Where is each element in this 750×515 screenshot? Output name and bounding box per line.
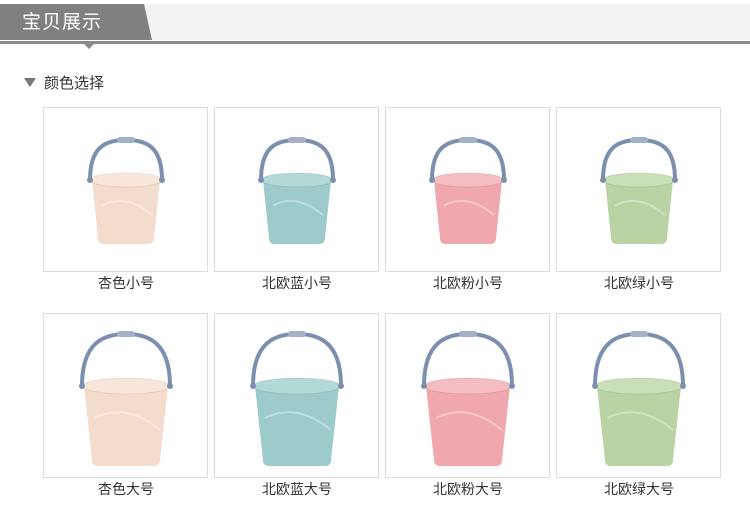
bucket-rim xyxy=(89,172,163,188)
bucket-ear xyxy=(429,177,435,183)
bucket-body xyxy=(92,180,160,244)
bucket-grip xyxy=(288,331,306,337)
product-label: 北欧绿小号 xyxy=(604,276,674,292)
bucket-grip xyxy=(459,331,477,337)
bucket-rim xyxy=(260,172,334,188)
bucket-ear xyxy=(330,177,336,183)
bucket-image xyxy=(429,137,507,244)
bucket-ear xyxy=(338,383,344,389)
bucket-rim xyxy=(594,377,684,395)
bucket-grip xyxy=(459,137,477,143)
bucket-ear xyxy=(250,383,256,389)
bucket-ear xyxy=(79,383,85,389)
product-card[interactable] xyxy=(556,107,721,272)
product-label: 北欧粉大号 xyxy=(433,482,503,498)
product-card[interactable] xyxy=(43,313,208,478)
bucket-ear xyxy=(680,383,686,389)
bucket-grip xyxy=(630,137,648,143)
bucket-grip xyxy=(630,331,648,337)
bucket-ear xyxy=(258,177,264,183)
bucket-ear xyxy=(167,383,173,389)
bucket-ear xyxy=(592,383,598,389)
product-grid: 杏色小号 北欧蓝小号 北欧粉小号 北欧绿小号杏色大号 北欧蓝大号 北欧粉大号 北欧绿大号 xyxy=(43,107,723,507)
bucket-body xyxy=(434,180,502,244)
header-divider xyxy=(0,41,750,44)
bucket-ear xyxy=(159,177,165,183)
product-label: 杏色大号 xyxy=(98,482,154,498)
product-label: 北欧绿大号 xyxy=(604,482,674,498)
product-label: 北欧蓝小号 xyxy=(262,276,332,292)
bucket-rim xyxy=(602,172,676,188)
bucket-image xyxy=(600,137,678,244)
bucket-image xyxy=(250,331,344,466)
bucket-ear xyxy=(509,383,515,389)
bucket-ear xyxy=(421,383,427,389)
section-title: 颜色选择 xyxy=(44,74,105,92)
product-label: 杏色小号 xyxy=(98,276,154,292)
bucket-rim xyxy=(252,377,342,395)
bucket-ear xyxy=(87,177,93,183)
product-label: 北欧蓝大号 xyxy=(262,482,332,498)
product-card[interactable] xyxy=(214,313,379,478)
product-card[interactable] xyxy=(556,313,721,478)
bucket-body xyxy=(263,180,331,244)
bucket-rim xyxy=(81,377,171,395)
bucket-image xyxy=(79,331,173,466)
bucket-ear xyxy=(672,177,678,183)
caret-down-icon xyxy=(24,78,36,87)
bucket-grip xyxy=(117,331,135,337)
bucket-grip xyxy=(288,137,306,143)
product-card[interactable] xyxy=(43,107,208,272)
bucket-image xyxy=(258,137,336,244)
product-label: 北欧粉小号 xyxy=(433,276,503,292)
bucket-body xyxy=(605,180,673,244)
page-title: 宝贝展示 xyxy=(22,11,103,33)
product-card[interactable] xyxy=(214,107,379,272)
bucket-ear xyxy=(501,177,507,183)
bucket-rim xyxy=(423,377,513,395)
bucket-rim xyxy=(431,172,505,188)
product-card[interactable] xyxy=(385,107,550,272)
bucket-grip xyxy=(117,137,135,143)
bucket-ear xyxy=(600,177,606,183)
product-card[interactable] xyxy=(385,313,550,478)
bucket-image xyxy=(87,137,165,244)
header-pointer-icon xyxy=(84,44,94,49)
bucket-image xyxy=(592,331,686,466)
bucket-image xyxy=(421,331,515,466)
